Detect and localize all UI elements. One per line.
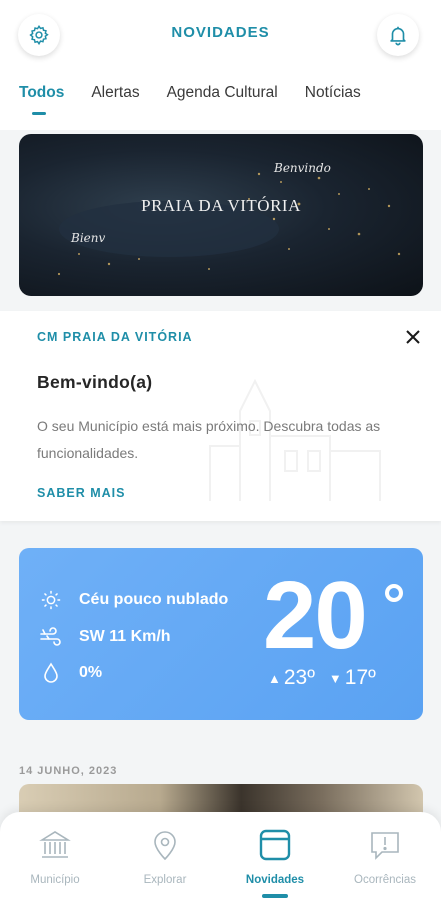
nav-label: Novidades bbox=[245, 874, 305, 886]
degree-symbol bbox=[385, 584, 403, 602]
notifications-button[interactable] bbox=[377, 14, 419, 56]
tab-noticias[interactable]: Notícias bbox=[305, 84, 361, 102]
app-header: NOVIDADES Todos Alertas Agenda Cultural … bbox=[0, 0, 441, 130]
nav-ocorrencias[interactable]: Ocorrências bbox=[330, 826, 440, 886]
droplet-icon bbox=[39, 661, 63, 685]
weather-condition: Céu pouco nublado bbox=[79, 591, 229, 608]
banner-title: PRAIA DA VITÓRIA bbox=[141, 196, 301, 215]
page-title: NOVIDADES bbox=[171, 24, 270, 41]
arrow-up-icon: ▲ bbox=[268, 670, 281, 686]
current-temperature: 20 bbox=[263, 562, 368, 669]
nav-label: Explorar bbox=[143, 874, 187, 886]
map-pin-icon bbox=[154, 831, 176, 861]
weather-condition-row: Céu pouco nublado bbox=[39, 588, 228, 612]
nav-novidades[interactable]: Novidades bbox=[220, 826, 330, 886]
banner-script-text: Bienv bbox=[71, 231, 106, 245]
temperature-min: 17º bbox=[344, 666, 376, 689]
weather-wind: SW 11 Km/h bbox=[79, 628, 171, 645]
category-tabs: Todos Alertas Agenda Cultural Notícias bbox=[19, 84, 361, 115]
tab-todos[interactable]: Todos bbox=[19, 84, 64, 115]
weather-wind-row: SW 11 Km/h bbox=[39, 625, 171, 649]
arrow-down-icon: ▼ bbox=[328, 670, 342, 686]
card-body: O seu Município está mais próximo. Descu… bbox=[37, 418, 381, 461]
nav-label: Município bbox=[30, 874, 80, 886]
bottom-navigation: Município Explorar Novidades Ocorrências bbox=[0, 812, 441, 900]
nav-municipio[interactable]: Município bbox=[0, 826, 110, 886]
welcome-banner-image[interactable]: PRAIA DA VITÓRIA Benvindo Bienv bbox=[19, 134, 423, 296]
feed-date: 14 JUNHO, 2023 bbox=[19, 765, 118, 777]
temperature-range: ▲ 23º ▼ 17º bbox=[268, 666, 376, 690]
sun-icon bbox=[39, 588, 63, 612]
weather-precip-row: 0% bbox=[39, 661, 102, 685]
nav-label: Ocorrências bbox=[354, 874, 416, 886]
tab-alertas[interactable]: Alertas bbox=[91, 84, 139, 102]
weather-precipitation: 0% bbox=[79, 664, 103, 681]
temperature-max: 23º bbox=[283, 666, 315, 689]
alert-bubble-icon bbox=[371, 832, 399, 860]
nav-explorar[interactable]: Explorar bbox=[110, 826, 220, 886]
card-title: Bem-vindo(a) bbox=[37, 372, 153, 392]
learn-more-link[interactable]: SABER MAIS bbox=[37, 486, 125, 500]
banner-script-text: Benvindo bbox=[274, 161, 331, 175]
institution-icon bbox=[39, 831, 71, 858]
welcome-card: CM PRAIA DA VITÓRIA Bem-vindo(a) O seu M… bbox=[0, 311, 441, 521]
tab-agenda-cultural[interactable]: Agenda Cultural bbox=[167, 84, 278, 102]
wind-icon bbox=[39, 625, 63, 649]
news-icon bbox=[259, 829, 291, 861]
bell-icon bbox=[390, 26, 406, 46]
weather-card[interactable]: Céu pouco nublado SW 11 Km/h 0% 20 ▲ 23º… bbox=[19, 548, 423, 720]
card-organization: CM PRAIA DA VITÓRIA bbox=[37, 330, 193, 344]
active-nav-indicator bbox=[262, 894, 288, 898]
close-button[interactable] bbox=[403, 327, 423, 347]
close-icon bbox=[406, 330, 420, 344]
